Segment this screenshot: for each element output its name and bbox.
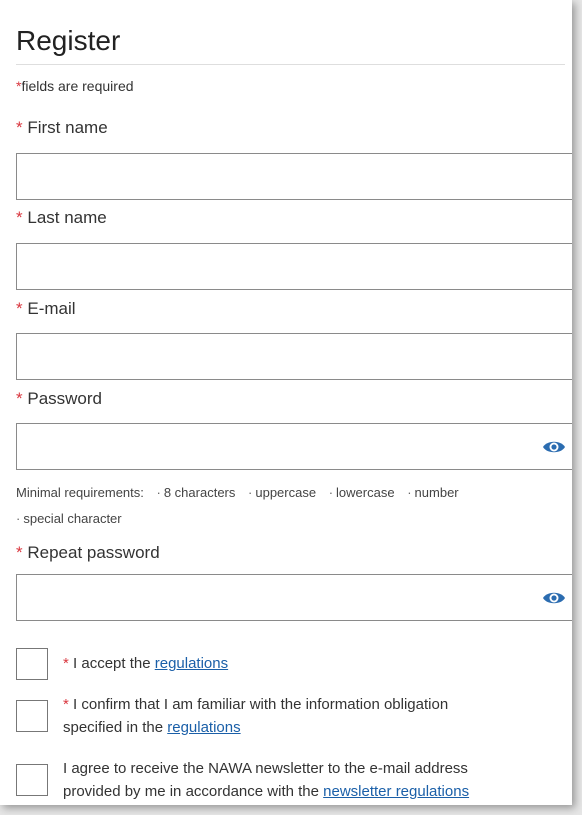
regulations-link[interactable]: regulations: [155, 655, 228, 672]
newsletter-regulations-link[interactable]: newsletter regulations: [323, 783, 469, 800]
email-label: * E-mail: [16, 298, 76, 319]
register-card: Register *fields are required * First na…: [0, 0, 572, 805]
password-requirements: Minimal requirements: · 8 characters · upp…: [16, 485, 572, 501]
repeat-password-input[interactable]: [17, 575, 572, 620]
required-asterisk: *: [63, 655, 69, 672]
requirement-item: · special character: [16, 511, 122, 526]
email-input[interactable]: [17, 334, 572, 379]
requirement-item: · lowercase: [328, 485, 395, 500]
last-name-field[interactable]: [16, 243, 572, 290]
repeat-password-label: * Repeat password: [16, 542, 160, 563]
info-obligation-label: * I confirm that I am familiar with the …: [63, 696, 449, 736]
first-name-label-text: First name: [27, 118, 108, 137]
required-note-text: fields are required: [21, 78, 134, 94]
required-asterisk: *: [16, 208, 23, 227]
required-asterisk: *: [16, 389, 23, 408]
accept-regulations-label: * I accept the regulations: [63, 655, 229, 672]
requirement-item: · 8 characters: [156, 485, 236, 500]
first-name-label: * First name: [16, 117, 108, 138]
required-asterisk: *: [16, 299, 23, 318]
first-name-input[interactable]: [17, 154, 572, 199]
password-requirements-line2: · special character: [16, 511, 122, 527]
info-obligation-checkbox[interactable]: [16, 700, 48, 732]
page-title: Register: [16, 25, 121, 56]
requirement-item: · uppercase: [248, 485, 317, 500]
password-label-text: Password: [27, 389, 102, 408]
last-name-label-text: Last name: [27, 208, 107, 227]
required-asterisk: *: [16, 118, 23, 137]
email-label-text: E-mail: [27, 299, 76, 318]
repeat-password-field[interactable]: [16, 574, 572, 621]
password-field[interactable]: [16, 423, 572, 470]
newsletter-label: I agree to receive the NAWA newsletter t…: [63, 760, 470, 800]
email-field[interactable]: [16, 333, 572, 380]
password-label: * Password: [16, 388, 102, 409]
last-name-label: * Last name: [16, 207, 107, 228]
password-input[interactable]: [17, 424, 572, 469]
eye-icon[interactable]: [542, 437, 566, 457]
requirements-prefix: Minimal requirements:: [16, 485, 144, 500]
repeat-password-label-text: Repeat password: [27, 543, 160, 562]
eye-icon[interactable]: [542, 588, 566, 608]
last-name-input[interactable]: [17, 244, 572, 289]
newsletter-checkbox[interactable]: [16, 764, 48, 796]
title-divider: [16, 64, 565, 65]
accept-regulations-checkbox[interactable]: [16, 648, 48, 680]
register-form: Register *fields are required * First na…: [16, 0, 572, 800]
required-asterisk: *: [16, 543, 23, 562]
required-asterisk: *: [63, 696, 69, 713]
first-name-field[interactable]: [16, 153, 572, 200]
regulations-link[interactable]: regulations: [167, 719, 240, 736]
requirement-item: · number: [407, 485, 459, 500]
required-note: *fields are required: [16, 78, 565, 95]
